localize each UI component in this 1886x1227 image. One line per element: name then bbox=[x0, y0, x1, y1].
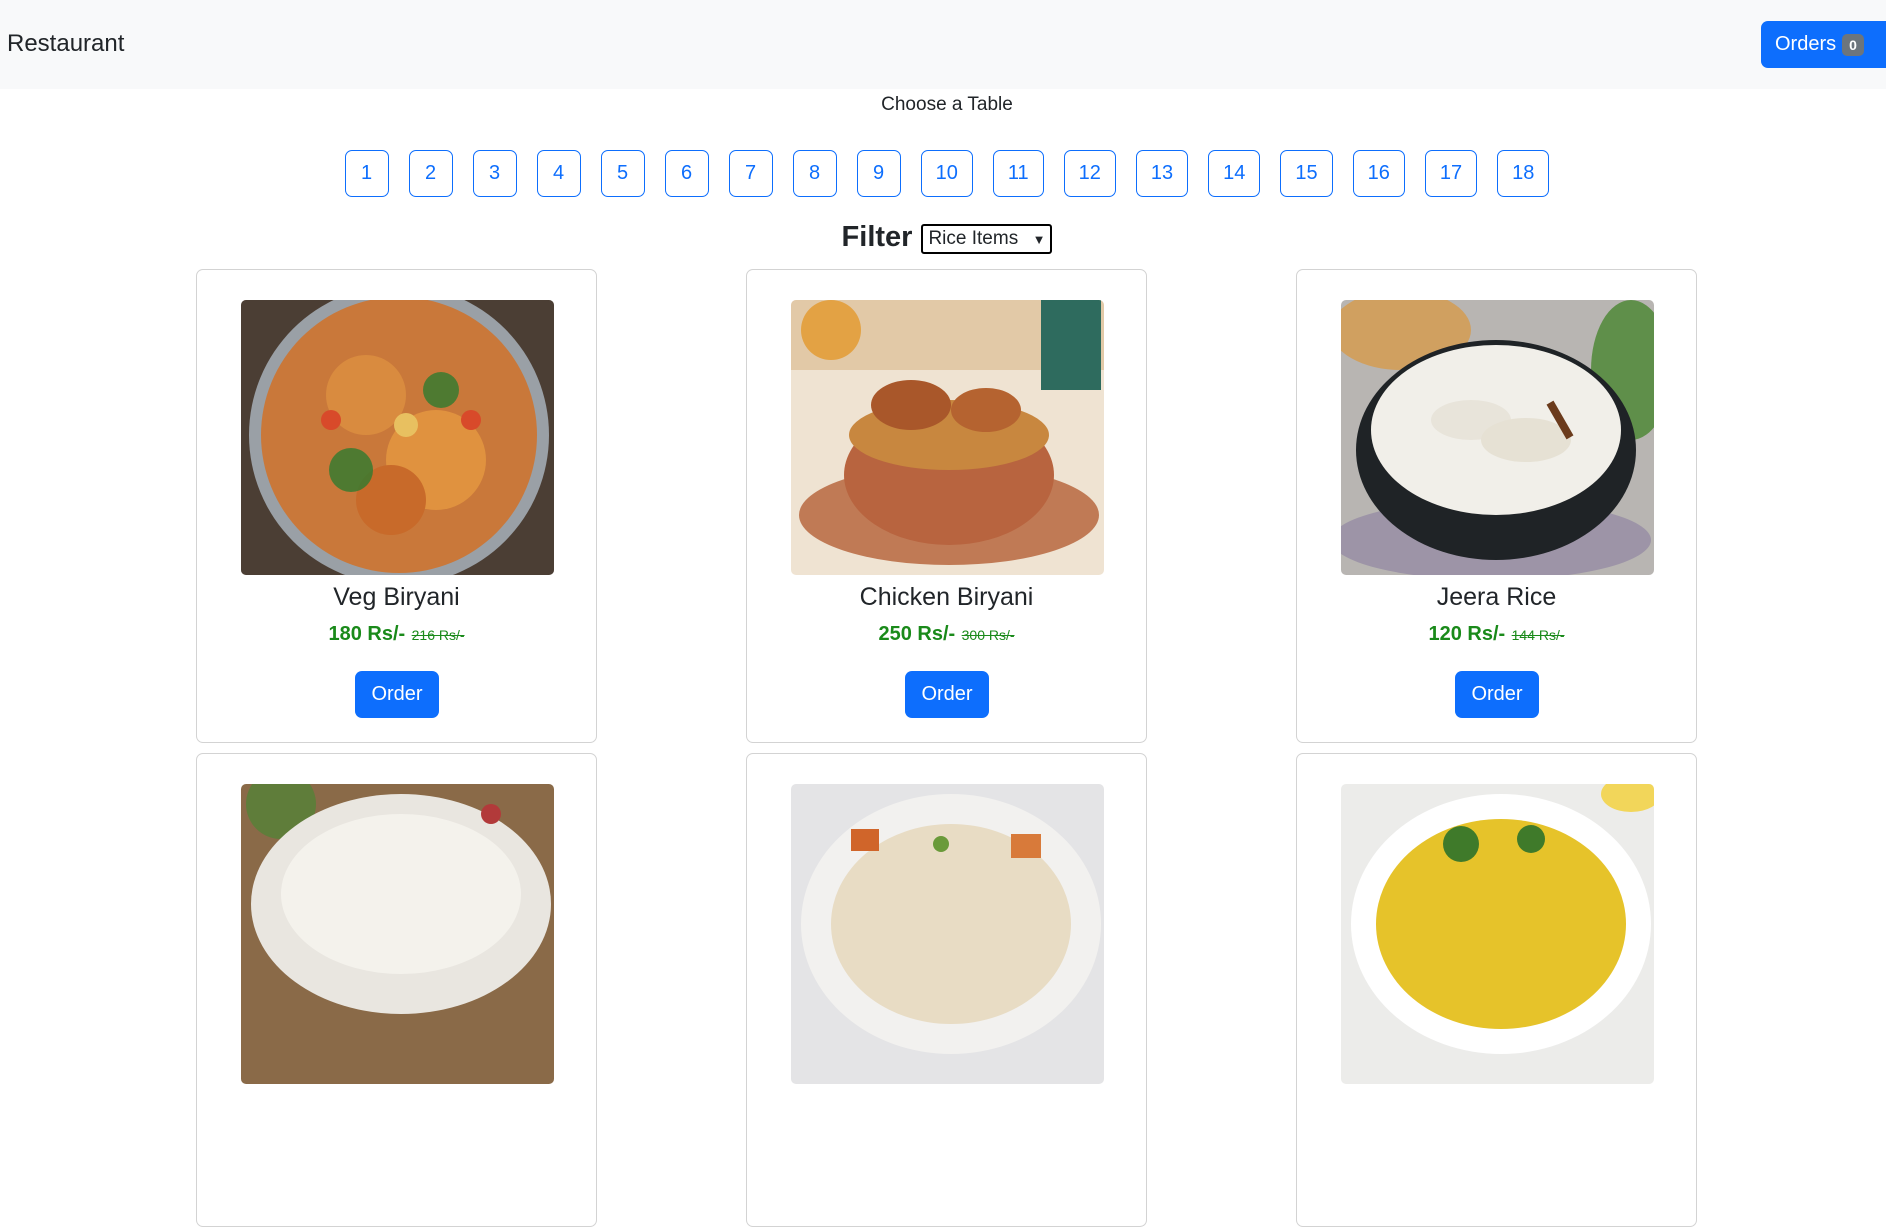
item-prices: 180 Rs/- 216 Rs/- bbox=[197, 623, 596, 646]
curd-rice-image bbox=[241, 784, 554, 1084]
fried-rice-image bbox=[791, 784, 1104, 1084]
veg-biryani-image bbox=[241, 300, 554, 575]
filter-row: Filter Rice Items ▼ bbox=[0, 220, 1886, 254]
menu-card bbox=[196, 753, 597, 1227]
table-button-10[interactable]: 10 bbox=[920, 150, 973, 197]
item-price: 120 Rs/- bbox=[1428, 623, 1506, 645]
table-button-14[interactable]: 14 bbox=[1208, 150, 1261, 197]
jeera-rice-image bbox=[1341, 300, 1654, 575]
lemon-rice-image bbox=[1341, 784, 1654, 1084]
order-button[interactable]: Order bbox=[355, 671, 439, 718]
item-prices: 250 Rs/- 300 Rs/- bbox=[747, 623, 1146, 646]
item-name: Veg Biryani bbox=[333, 583, 460, 611]
table-button-3[interactable]: 3 bbox=[472, 150, 517, 197]
table-button-13[interactable]: 13 bbox=[1135, 150, 1189, 197]
item-price: 250 Rs/- bbox=[878, 623, 956, 645]
chicken-biryani-image bbox=[791, 300, 1104, 575]
table-button-16[interactable]: 16 bbox=[1352, 150, 1405, 197]
menu-card-veg-biryani: Veg Biryani 180 Rs/- 216 Rs/- Order bbox=[196, 269, 597, 743]
table-buttons: 1 2 3 4 5 6 7 8 9 10 11 12 13 14 15 16 1… bbox=[0, 150, 1886, 197]
table-button-9[interactable]: 9 bbox=[856, 150, 901, 197]
order-button[interactable]: Order bbox=[1455, 671, 1539, 718]
item-name: Chicken Biryani bbox=[859, 583, 1034, 611]
table-button-2[interactable]: 2 bbox=[408, 150, 453, 197]
table-button-17[interactable]: 17 bbox=[1424, 150, 1478, 197]
table-button-11[interactable]: 11 bbox=[992, 150, 1044, 197]
item-price: 180 Rs/- bbox=[328, 623, 406, 645]
order-button[interactable]: Order bbox=[905, 671, 989, 718]
menu-card bbox=[746, 753, 1147, 1227]
brand-title[interactable]: Restaurant bbox=[7, 30, 124, 58]
table-button-4[interactable]: 4 bbox=[536, 150, 581, 197]
item-name: Jeera Rice bbox=[1436, 583, 1557, 611]
choose-table-heading: Choose a Table bbox=[881, 94, 1013, 115]
item-old-price: 300 Rs/- bbox=[961, 627, 1015, 643]
filter-selected-value: Rice Items bbox=[928, 228, 1019, 249]
table-button-8[interactable]: 8 bbox=[792, 150, 837, 197]
filter-select[interactable]: Rice Items ▼ bbox=[921, 224, 1053, 254]
menu-card bbox=[1296, 753, 1697, 1227]
table-button-15[interactable]: 15 bbox=[1280, 150, 1333, 197]
filter-label: Filter bbox=[841, 220, 913, 253]
chevron-down-icon: ▼ bbox=[1032, 231, 1046, 247]
menu-card-jeera-rice: Jeera Rice 120 Rs/- 144 Rs/- Order bbox=[1296, 269, 1697, 743]
table-button-7[interactable]: 7 bbox=[728, 150, 773, 197]
table-button-5[interactable]: 5 bbox=[600, 150, 645, 197]
table-button-12[interactable]: 12 bbox=[1063, 150, 1116, 197]
orders-label: Orders bbox=[1775, 33, 1837, 55]
navbar: Restaurant Orders 0 bbox=[0, 0, 1886, 89]
item-old-price: 144 Rs/- bbox=[1511, 627, 1565, 643]
menu-card-chicken-biryani: Chicken Biryani 250 Rs/- 300 Rs/- Order bbox=[746, 269, 1147, 743]
item-old-price: 216 Rs/- bbox=[411, 627, 465, 643]
table-button-1[interactable]: 1 bbox=[344, 150, 389, 197]
orders-button[interactable]: Orders 0 bbox=[1761, 21, 1886, 68]
table-button-18[interactable]: 18 bbox=[1497, 150, 1550, 197]
item-prices: 120 Rs/- 144 Rs/- bbox=[1297, 623, 1696, 646]
orders-count-badge: 0 bbox=[1842, 33, 1864, 56]
table-button-6[interactable]: 6 bbox=[664, 150, 709, 197]
